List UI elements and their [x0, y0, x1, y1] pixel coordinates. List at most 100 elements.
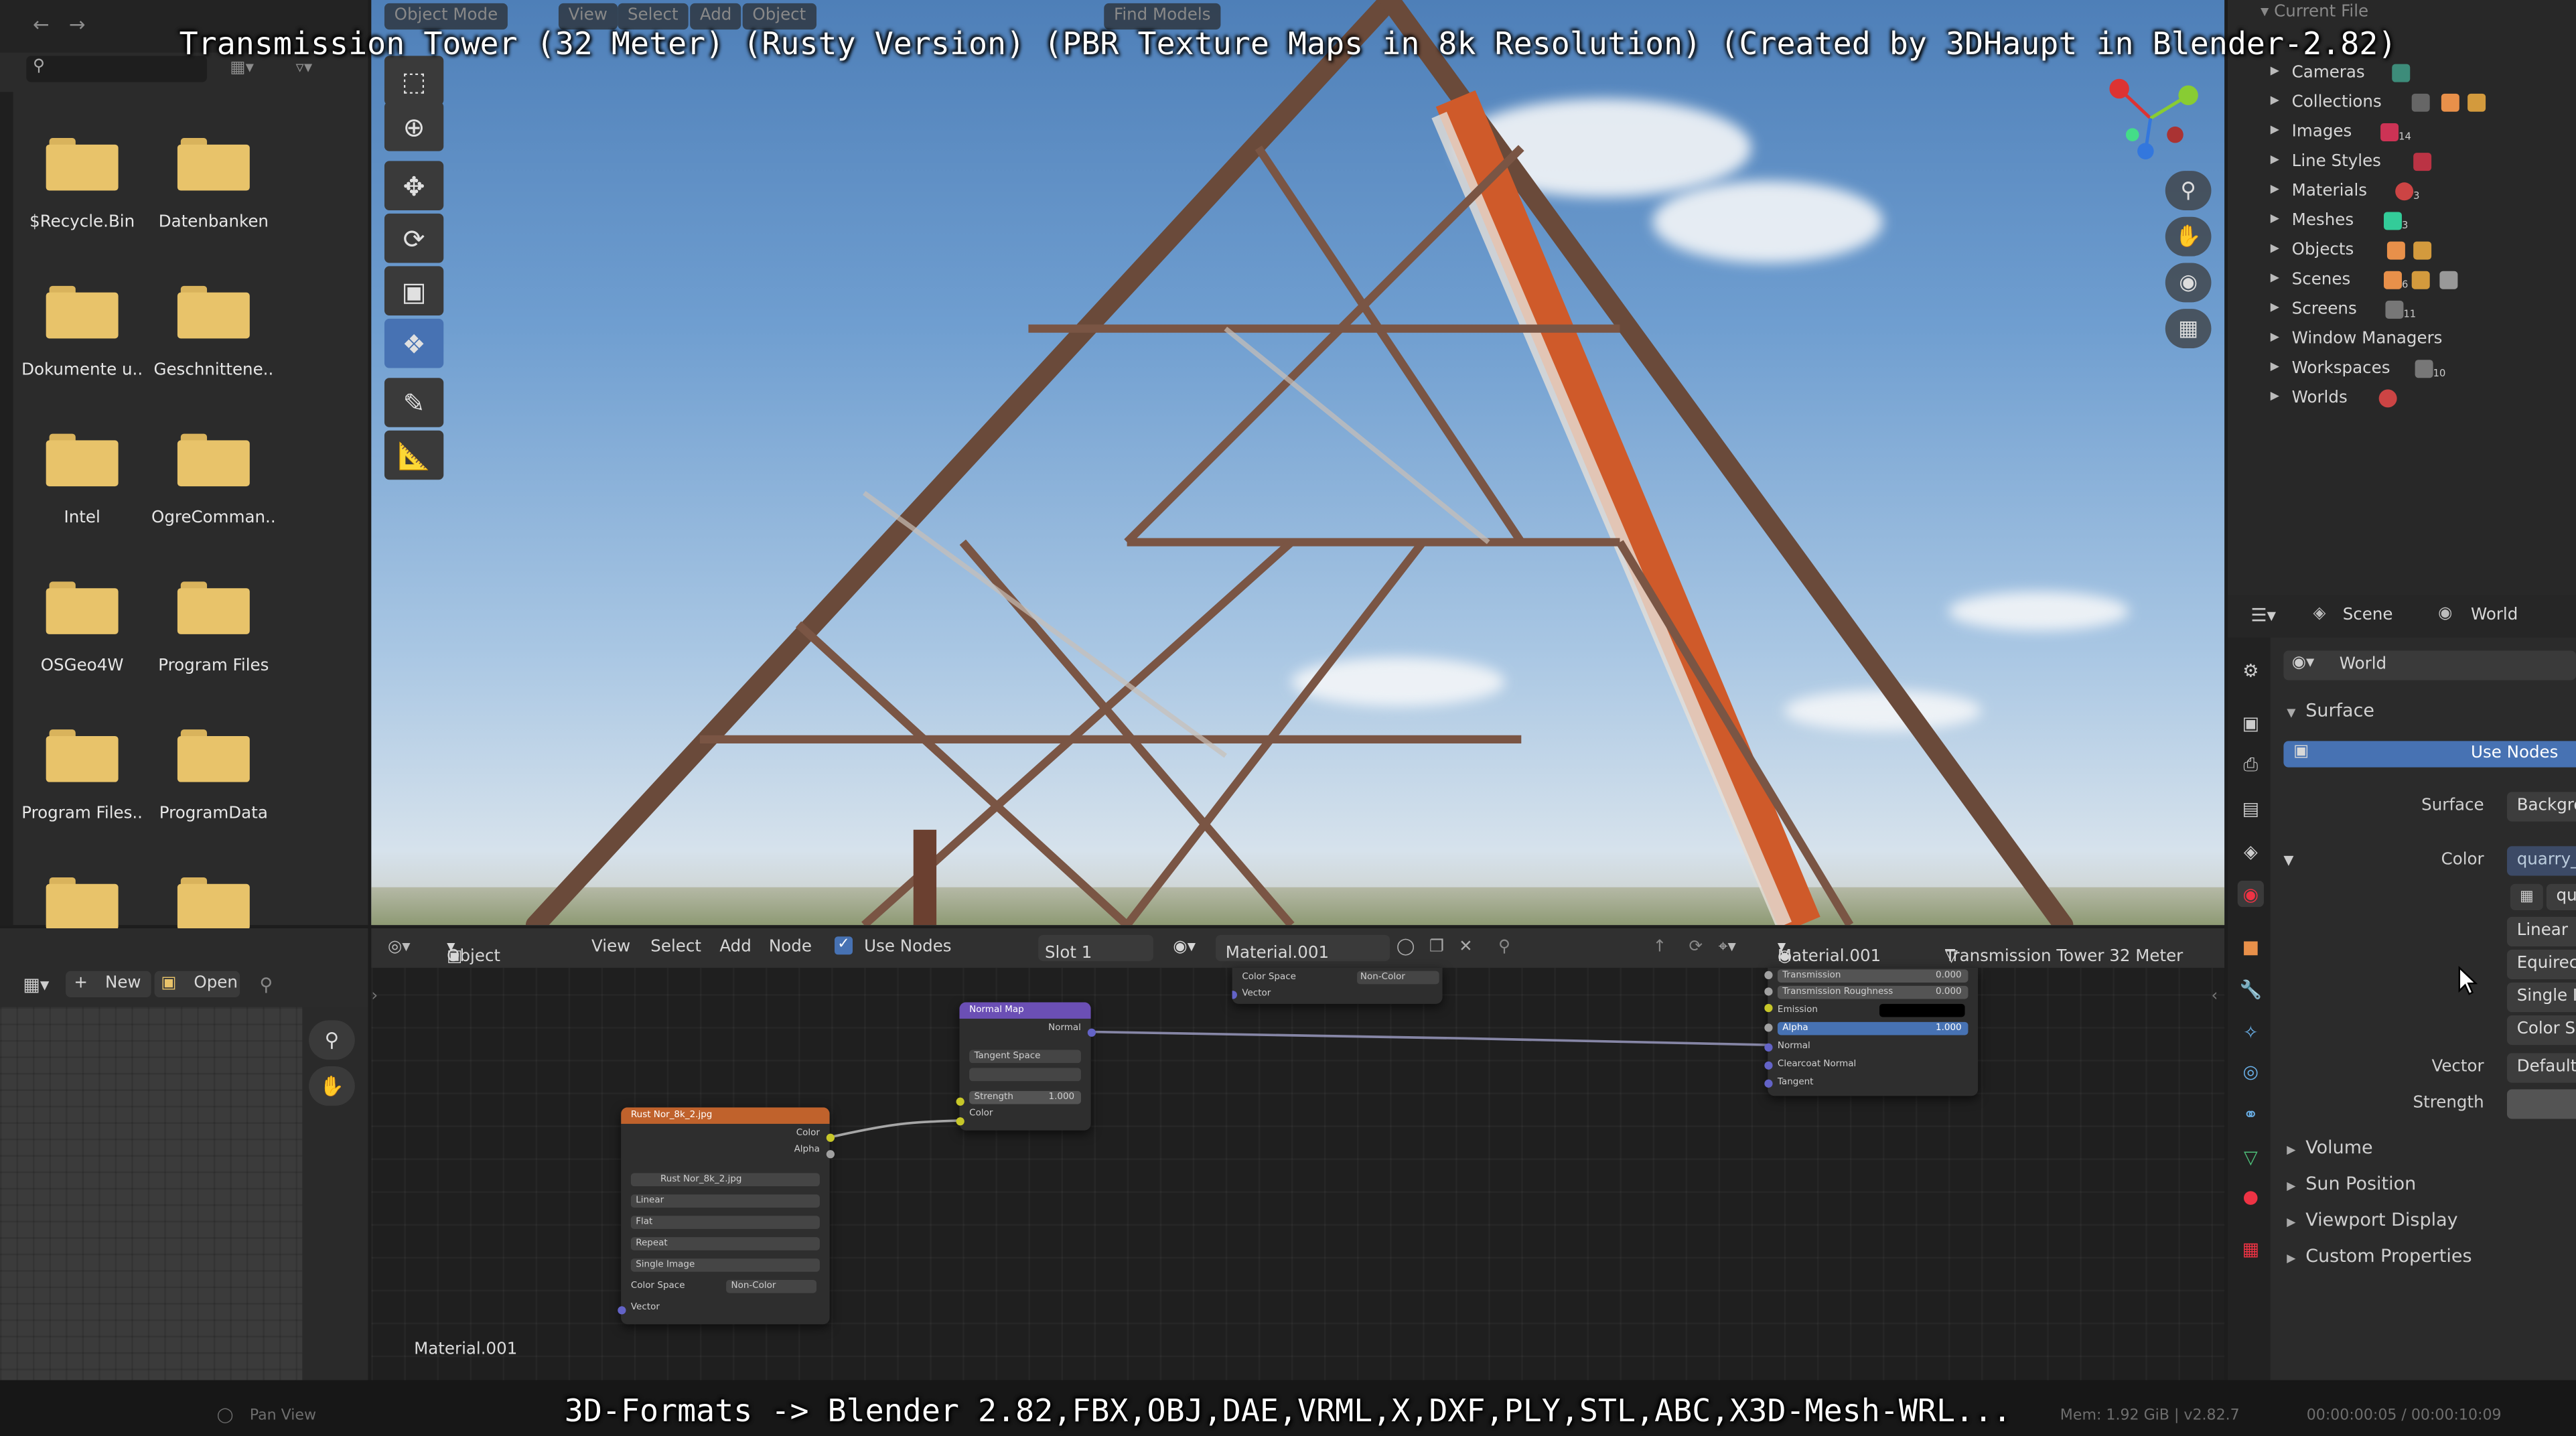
3d-viewport[interactable]: Object Mode View Select Add Object Find …: [371, 0, 2225, 926]
pin-icon[interactable]: ⚲: [260, 975, 273, 996]
projection-dropdown[interactable]: Flat: [630, 1216, 820, 1229]
outliner-item-meshes[interactable]: ▶ Meshes 3: [2228, 209, 2576, 238]
normal-output-socket[interactable]: [1087, 1028, 1096, 1037]
particles-tab[interactable]: ✧: [2238, 1019, 2264, 1045]
rotate-tool[interactable]: ⟳: [384, 213, 444, 263]
expand-icon[interactable]: ▶: [2271, 271, 2279, 285]
input-socket[interactable]: [1764, 987, 1773, 996]
scene-tab[interactable]: ◈: [2238, 838, 2264, 864]
expand-icon[interactable]: ▶: [2271, 64, 2279, 78]
strength-slider[interactable]: [2506, 1089, 2576, 1119]
camera-view-button[interactable]: ◉: [2165, 263, 2212, 303]
material-tab[interactable]: ●: [2238, 1183, 2264, 1209]
outliner-display-mode[interactable]: ▾ Current File: [2261, 3, 2368, 21]
data-tab[interactable]: ▽: [2238, 1143, 2264, 1169]
expand-icon[interactable]: ▶: [2271, 94, 2279, 107]
breadcrumb-world[interactable]: World: [2471, 606, 2518, 624]
viewport-display-section-header[interactable]: ▶ Viewport Display: [2287, 1209, 2457, 1230]
image-browse-button[interactable]: ▦: [2510, 883, 2543, 911]
normal-input-socket[interactable]: [1764, 1043, 1773, 1052]
folder-item[interactable]: ProgramData: [148, 723, 279, 861]
custom-properties-section-header[interactable]: ▶ Custom Properties: [2287, 1245, 2472, 1267]
input-socket[interactable]: [1232, 991, 1237, 999]
strength-field[interactable]: Strength 1.000: [969, 1090, 1081, 1104]
input-socket[interactable]: [1764, 1061, 1773, 1070]
tool-tab[interactable]: ⚙: [2238, 657, 2264, 683]
annotate-tool[interactable]: ✎: [384, 378, 444, 427]
new-image-button[interactable]: + New: [66, 971, 151, 998]
interpolation-dropdown[interactable]: Linear: [2506, 916, 2576, 946]
outliner-item-scenes[interactable]: ▶ Scenes 6: [2228, 268, 2576, 297]
input-socket[interactable]: [1764, 971, 1773, 980]
breadcrumb-scene[interactable]: Scene: [2343, 606, 2393, 624]
transform-tool[interactable]: ❖: [384, 318, 444, 368]
expand-icon[interactable]: ▶: [2271, 301, 2279, 314]
normal-color-socket[interactable]: [956, 1117, 964, 1126]
color-expand-icon[interactable]: ▼: [2283, 853, 2293, 867]
emission-color-swatch[interactable]: [1879, 1003, 1965, 1017]
folder-item[interactable]: Intel: [17, 427, 148, 565]
editor-type-icon[interactable]: ☰▾: [2250, 605, 2276, 626]
folder-item[interactable]: Geschnittene..: [148, 279, 279, 417]
texture-tab[interactable]: ▦: [2238, 1236, 2264, 1262]
principled-bsdf-node[interactable]: Transmission 0.000 Transmission Roughness…: [1768, 967, 1979, 1096]
source-dropdown[interactable]: Single Image: [630, 1259, 820, 1272]
y-axis-icon[interactable]: [2178, 85, 2198, 105]
editor-type-icon[interactable]: ▦▾: [23, 975, 49, 996]
select-box-tool[interactable]: ⬚: [384, 56, 444, 105]
folder-item[interactable]: Program Files..: [17, 723, 148, 861]
color-space-value[interactable]: Non-Color: [726, 1279, 817, 1293]
image-texture-node[interactable]: Rust Nor_8k_2.jpg Color Alpha Rust Nor_8…: [621, 1107, 830, 1325]
color-output-socket[interactable]: [826, 1133, 835, 1142]
scale-tool[interactable]: ▣: [384, 266, 444, 315]
image-file-field[interactable]: Rust Nor_8k_2.jpg: [630, 1173, 820, 1187]
input-socket[interactable]: [1764, 1003, 1773, 1013]
modifier-tab[interactable]: 🔧: [2238, 976, 2264, 1002]
folder-item[interactable]: Datenbanken: [148, 131, 279, 269]
volume-section-header[interactable]: ▶ Volume: [2287, 1137, 2372, 1159]
transmission-field[interactable]: Transmission 0.000: [1777, 969, 1969, 983]
zoom-view-button[interactable]: ⚲: [2165, 171, 2212, 210]
surface-shader-field[interactable]: Backgro: [2506, 792, 2576, 822]
move-tool[interactable]: ✥: [384, 161, 444, 210]
outliner-item-collections[interactable]: ▶ Collections: [2228, 90, 2576, 120]
expand-icon[interactable]: ▶: [2271, 330, 2279, 344]
folder-item[interactable]: OgreComman..: [148, 427, 279, 565]
navigation-gizmo[interactable]: [2096, 72, 2205, 167]
outliner-item-materials[interactable]: ▶ Materials 3: [2228, 179, 2576, 208]
uv-map-field[interactable]: [969, 1068, 1081, 1082]
outliner-item-workspaces[interactable]: ▶ Workspaces 10: [2228, 356, 2576, 386]
image-zoom-button[interactable]: ⚲: [309, 1020, 355, 1060]
use-nodes-button[interactable]: ▣ Use Nodes: [2283, 741, 2576, 768]
partial-texture-node[interactable]: Color Space Non-Color Vector: [1232, 967, 1443, 1004]
transmission-roughness-field[interactable]: Transmission Roughness 0.000: [1777, 985, 1969, 999]
folder-item[interactable]: $Recycle.Bin: [17, 131, 148, 269]
sun-position-section-header[interactable]: ▶ Sun Position: [2287, 1173, 2416, 1195]
expand-icon[interactable]: ▶: [2271, 389, 2279, 403]
vector-input-field[interactable]: Default: [2506, 1053, 2576, 1083]
world-tab[interactable]: ◉: [2237, 880, 2264, 908]
folder-item[interactable]: OSGeo4W: [17, 575, 148, 713]
view-layer-tab[interactable]: ▤: [2238, 795, 2264, 821]
space-dropdown[interactable]: Tangent Space: [969, 1050, 1081, 1064]
constraints-tab[interactable]: ⚭: [2238, 1101, 2264, 1127]
normal-map-node[interactable]: Normal Map Normal Tangent Space Strength…: [959, 1002, 1091, 1131]
sidebar-toggle-icon[interactable]: ›: [371, 987, 378, 1005]
expand-icon[interactable]: ▶: [2271, 153, 2279, 166]
outliner-item-line-styles[interactable]: ▶ Line Styles: [2228, 149, 2576, 179]
projection-dropdown[interactable]: Equirec: [2506, 949, 2576, 980]
object-tab[interactable]: ■: [2238, 933, 2264, 959]
source-dropdown[interactable]: Single I: [2506, 982, 2576, 1013]
vector-input-socket[interactable]: [618, 1306, 626, 1315]
expand-icon[interactable]: ▶: [2271, 123, 2279, 137]
outliner-item-objects[interactable]: ▶ Objects: [2228, 238, 2576, 268]
outliner-item-window-managers[interactable]: ▶ Window Managers: [2228, 327, 2576, 356]
color-space-dropdown[interactable]: Color Sp: [2506, 1015, 2576, 1046]
outliner-item-images[interactable]: ▶ Images 14: [2228, 120, 2576, 149]
expand-icon[interactable]: ▶: [2271, 182, 2279, 196]
outliner-item-cameras[interactable]: ▶ Cameras: [2228, 61, 2576, 90]
outliner-item-screens[interactable]: ▶ Screens 11: [2228, 297, 2576, 327]
color-input-field[interactable]: quarry_: [2506, 846, 2576, 876]
perspective-toggle-button[interactable]: ▦: [2165, 309, 2212, 349]
z-axis-icon[interactable]: [2137, 143, 2154, 159]
